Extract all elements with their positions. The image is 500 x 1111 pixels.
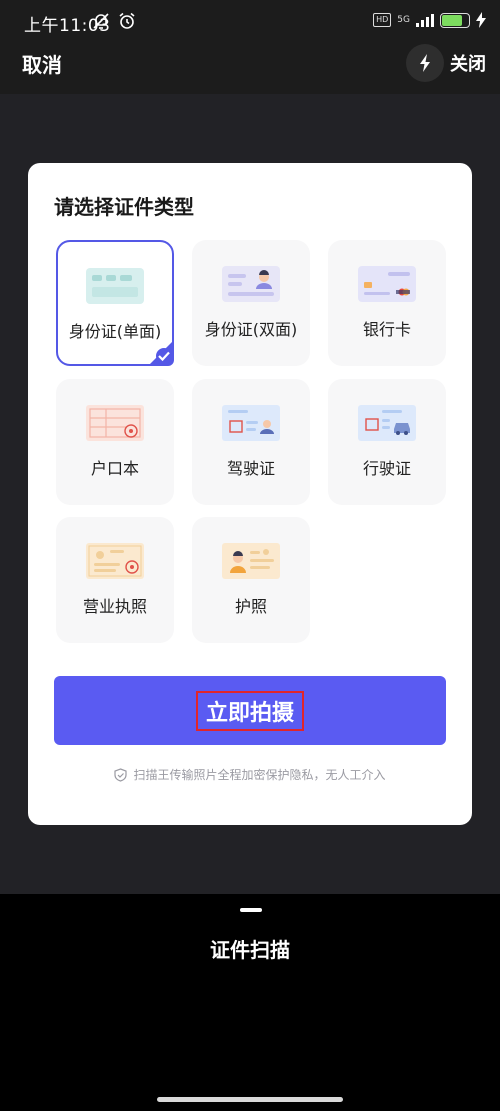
drag-handle[interactable] (240, 908, 262, 912)
tile-label: 身份证(单面) (68, 322, 162, 341)
mute-bell-icon (93, 13, 109, 29)
tile-id-card-single[interactable]: 身份证(单面) (56, 240, 174, 366)
tile-household-register[interactable]: 户口本 (56, 379, 174, 505)
tile-label: 户口本 (90, 459, 139, 478)
close-label: 关闭 (450, 54, 486, 75)
tile-label: 营业执照 (82, 597, 147, 616)
household-register-icon (86, 405, 144, 441)
shoot-now-button[interactable]: 立即拍摄 (54, 676, 446, 745)
mode-label[interactable]: 证件扫描 (0, 934, 500, 963)
cancel-button[interactable]: 取消 (22, 49, 62, 78)
vehicle-license-icon (358, 405, 416, 441)
dialog-title: 请选择证件类型 (54, 195, 194, 219)
charging-icon (476, 12, 486, 28)
network-type: 5G (397, 15, 410, 25)
business-license-icon (86, 543, 144, 579)
passport-icon (222, 543, 280, 579)
checkmark-icon (148, 340, 174, 366)
privacy-note: 扫描王传输照片全程加密保护隐私，无人工介入 (28, 766, 472, 783)
flash-off-icon (420, 54, 430, 72)
hd-badge: HD (373, 13, 392, 27)
driver-license-icon (222, 405, 280, 441)
tile-label: 身份证(双面) (204, 320, 298, 339)
document-type-dialog: 请选择证件类型 身份证(单面) 身份证(双面) 银行卡 户口本 驾驶证 行驶证 … (28, 163, 472, 825)
privacy-text: 扫描王传输照片全程加密保护隐私，无人工介入 (133, 768, 386, 782)
id-card-single-icon (86, 268, 144, 304)
tile-bank-card[interactable]: 银行卡 (328, 240, 446, 366)
tile-label: 护照 (234, 597, 267, 616)
tile-business-license[interactable]: 营业执照 (56, 517, 174, 643)
id-card-double-icon (222, 266, 280, 302)
bottom-mode-panel: 证件扫描 (0, 894, 500, 1111)
flash-close-button[interactable]: 关闭 (406, 44, 486, 82)
shoot-now-label: 立即拍摄 (195, 690, 304, 731)
bank-card-icon (358, 266, 416, 302)
tile-vehicle-license[interactable]: 行驶证 (328, 379, 446, 505)
tile-passport[interactable]: 护照 (192, 517, 310, 643)
top-bar: 取消 关闭 (0, 44, 500, 94)
home-indicator[interactable] (157, 1097, 343, 1102)
status-bar: 上午11:03 HD 5G (0, 0, 500, 44)
tile-label: 银行卡 (362, 320, 411, 339)
battery-icon (440, 12, 470, 28)
tile-label: 驾驶证 (226, 459, 275, 478)
alarm-clock-icon (119, 12, 135, 29)
tile-id-card-double[interactable]: 身份证(双面) (192, 240, 310, 366)
tile-label: 行驶证 (362, 459, 411, 478)
signal-icon (416, 13, 434, 27)
tile-driver-license[interactable]: 驾驶证 (192, 379, 310, 505)
shield-check-icon (114, 767, 128, 782)
